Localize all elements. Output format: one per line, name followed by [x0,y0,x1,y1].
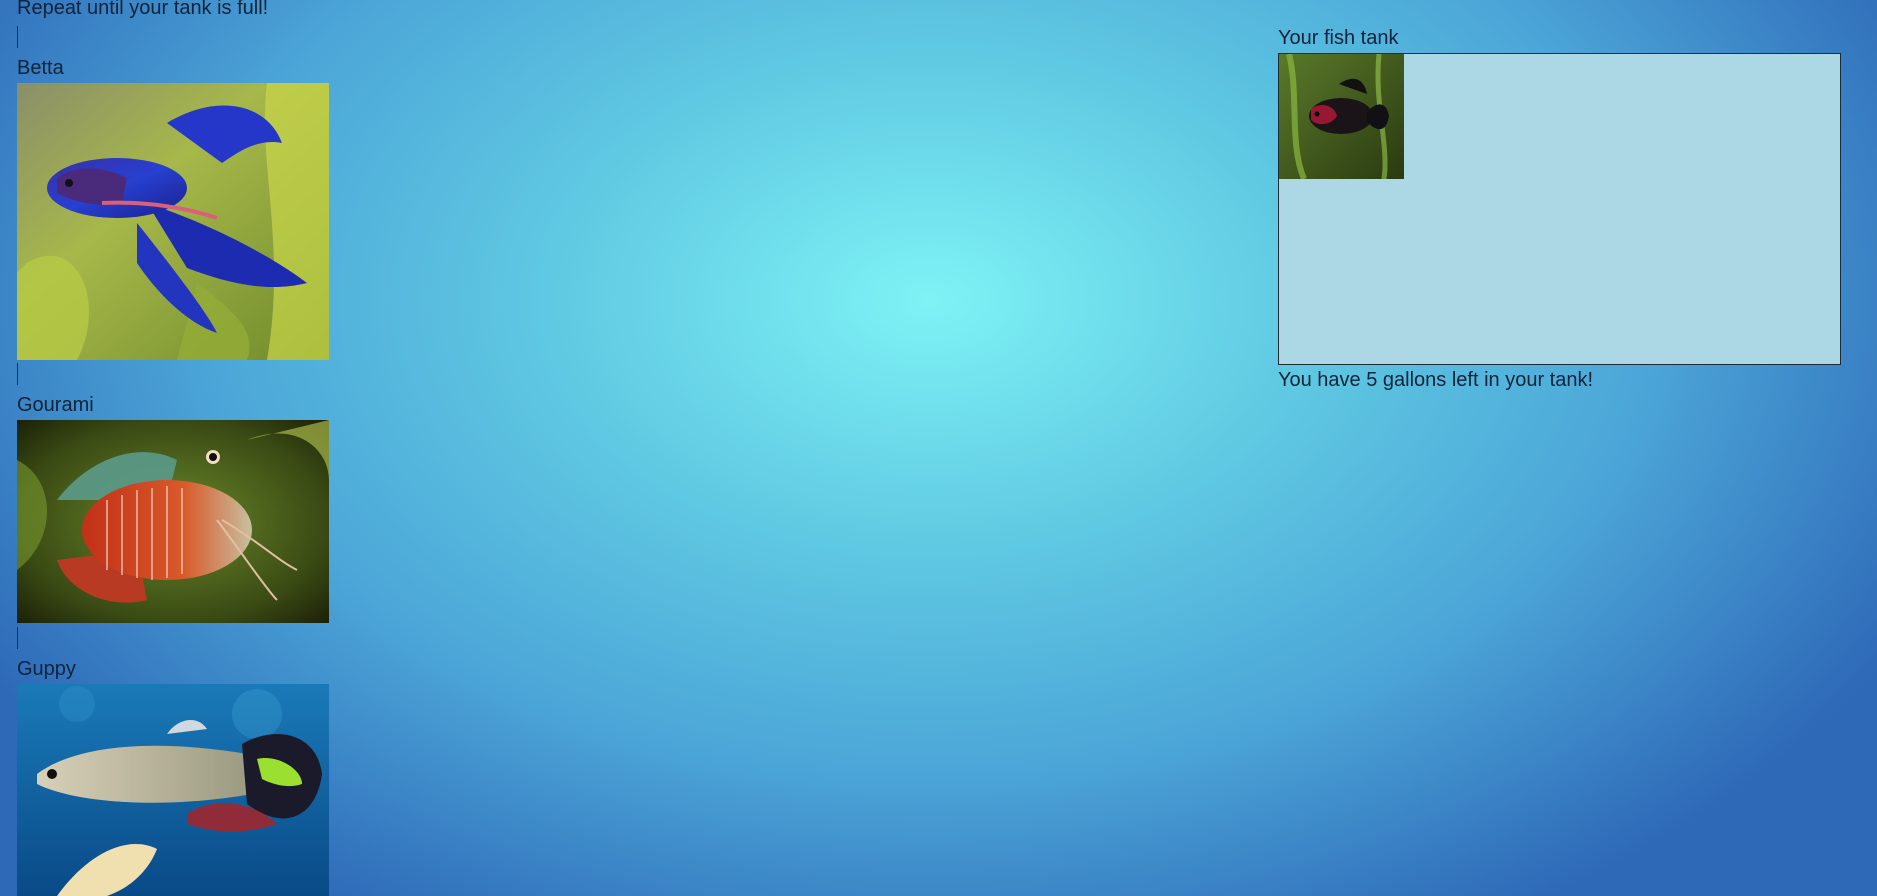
instructions-text: Repeat until your tank is full! [17,0,269,19]
tank-title: Your fish tank [1278,27,1399,49]
fish-tank[interactable] [1278,53,1841,365]
drop-marker [17,26,18,48]
fish-label-betta: Betta [17,57,64,79]
fish-label-guppy: Guppy [17,658,76,680]
drop-marker [17,363,18,385]
drop-marker [17,627,18,649]
tank-status-text: You have 5 gallons left in your tank! [1278,369,1594,391]
guppy-fish-photo[interactable] [17,684,329,896]
gourami-fish-photo[interactable] [17,420,329,623]
fish-label-gourami: Gourami [17,394,94,416]
betta-fish-photo[interactable] [17,83,329,360]
tank-fish-black-molly[interactable] [1279,54,1404,179]
